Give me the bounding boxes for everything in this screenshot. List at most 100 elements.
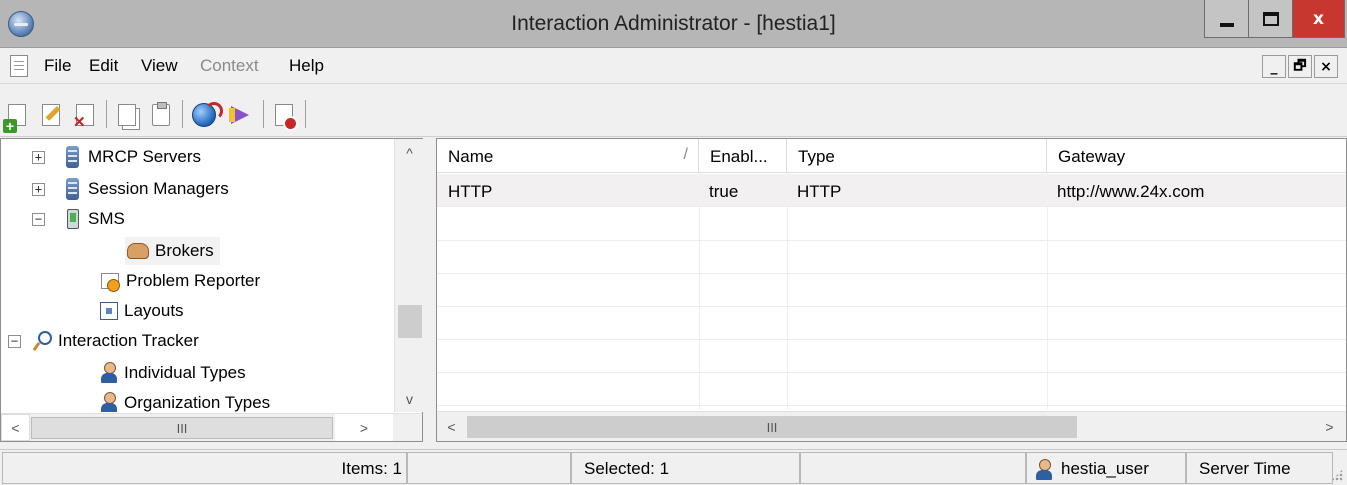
tree-item-label: Individual Types (124, 363, 246, 382)
server-icon (66, 178, 79, 200)
expand-icon[interactable]: + (32, 183, 45, 196)
tree-item-layouts[interactable]: Layouts (100, 297, 184, 325)
tree-item-individual-types[interactable]: Individual Types (100, 359, 246, 387)
tree-item-brokers[interactable]: Brokers (125, 237, 220, 265)
status-user: hestia_user (1026, 452, 1186, 484)
detail-list[interactable]: Name / Enabl... Type Gateway HTTP true H… (436, 138, 1347, 442)
copy-icon (118, 104, 136, 126)
toolbar-separator (263, 100, 264, 128)
scroll-left-button[interactable]: < (437, 413, 466, 440)
paste-icon (152, 102, 170, 126)
scroll-right-button[interactable]: > (335, 414, 393, 441)
delete-button[interactable] (72, 102, 98, 131)
users-icon (100, 392, 118, 412)
mdi-restore-button[interactable]: 🗗 (1288, 55, 1312, 78)
mdi-minimize-button[interactable]: _ (1262, 55, 1286, 78)
user-icon (1035, 459, 1053, 481)
collapse-icon[interactable]: − (8, 335, 21, 348)
menu-help[interactable]: Help (289, 56, 324, 76)
column-header-enabled[interactable]: Enabl... (699, 139, 787, 173)
tree-item-label: Organization Types (124, 393, 271, 412)
edit-button[interactable] (38, 102, 64, 128)
tree-item-label: Interaction Tracker (58, 331, 199, 350)
list-horizontal-scrollbar[interactable]: < III > (437, 411, 1346, 441)
title-bar: Interaction Administrator - [hestia1] x (0, 0, 1347, 48)
tree-item-problem-reporter[interactable]: Problem Reporter (100, 267, 260, 295)
cell-name: HTTP (448, 182, 493, 201)
status-spacer (407, 452, 571, 484)
tree-item-mrcp-servers[interactable]: + MRCP Servers (30, 143, 201, 171)
empty-row (437, 340, 1346, 373)
tree-vertical-scrollbar[interactable]: ^ v (394, 139, 424, 412)
empty-row (437, 241, 1346, 274)
toolbar-separator (106, 100, 107, 128)
menu-view[interactable]: View (141, 56, 178, 76)
refresh-button[interactable] (191, 102, 223, 128)
collapse-icon[interactable]: − (32, 213, 45, 226)
status-blank (800, 452, 1026, 484)
document-icon[interactable] (10, 55, 28, 77)
toolbar-separator (182, 100, 183, 128)
tree-item-label: SMS (88, 209, 125, 228)
scroll-thumb[interactable] (398, 305, 422, 338)
navigation-tree[interactable]: + MRCP Servers + Session Managers − SMS … (0, 138, 424, 442)
tree-item-label: Session Managers (88, 179, 229, 198)
empty-row (437, 373, 1346, 406)
tree-item-organization-types[interactable]: Organization Types (100, 389, 270, 412)
toolbar (0, 85, 1347, 137)
scroll-thumb[interactable]: III (31, 417, 333, 439)
tree-horizontal-scrollbar[interactable]: < III > (1, 413, 422, 441)
edit-icon (42, 104, 60, 126)
status-server-time: Server Time (1186, 452, 1333, 484)
paste-button[interactable] (148, 102, 174, 128)
wizard-icon (229, 104, 251, 126)
wizard-button[interactable] (227, 102, 253, 128)
status-items-count: Items: 1 (2, 452, 407, 484)
copy-button[interactable] (114, 102, 140, 128)
status-bar: Items: 1 Selected: 1 hestia_user Server … (0, 449, 1347, 485)
sort-indicator-icon: / (683, 146, 688, 163)
scroll-left-button[interactable]: < (1, 414, 30, 441)
empty-row (437, 208, 1346, 241)
tree-item-label: MRCP Servers (88, 147, 202, 166)
column-header-name[interactable]: Name / (437, 139, 699, 173)
scroll-up-button[interactable]: ^ (395, 139, 424, 166)
scroll-down-button[interactable]: v (395, 385, 424, 412)
tree-item-label: Brokers (155, 241, 214, 260)
window-title: Interaction Administrator - [hestia1] (511, 12, 836, 35)
table-row[interactable]: HTTP true HTTP http://www.24x.com (437, 174, 1346, 207)
scroll-thumb[interactable]: III (467, 416, 1077, 438)
column-header-type[interactable]: Type (787, 139, 1047, 173)
tree-item-session-managers[interactable]: + Session Managers (30, 175, 229, 203)
tree-item-label: Problem Reporter (126, 271, 261, 290)
scroll-right-button[interactable]: > (1315, 413, 1344, 440)
handshake-icon (127, 243, 149, 259)
status-selected-count: Selected: 1 (571, 452, 800, 484)
bug-report-icon (100, 271, 120, 292)
column-header-label: Name (448, 147, 494, 166)
tree-item-interaction-tracker[interactable]: − Interaction Tracker (8, 327, 199, 355)
cell-gateway: http://www.24x.com (1057, 182, 1205, 201)
close-button[interactable]: x (1292, 0, 1345, 38)
tree-item-label: Layouts (124, 301, 184, 320)
menu-file[interactable]: File (44, 56, 71, 76)
expand-icon[interactable]: + (32, 151, 45, 164)
cell-type: HTTP (797, 182, 842, 201)
menu-edit[interactable]: Edit (89, 56, 118, 76)
tree-clip: Organization Types (1, 389, 393, 412)
layout-icon (100, 302, 118, 320)
minimize-icon (1219, 22, 1234, 27)
new-button[interactable] (3, 102, 30, 133)
status-user-name: hestia_user (1061, 459, 1149, 478)
cell-enabled: true (709, 182, 739, 201)
maximize-button[interactable] (1248, 0, 1292, 38)
menu-context[interactable]: Context (200, 56, 259, 76)
menu-bar: File Edit View Context Help (0, 48, 1347, 84)
mdi-close-button[interactable]: × (1314, 55, 1338, 78)
phone-icon (67, 209, 79, 229)
column-header-gateway[interactable]: Gateway (1047, 139, 1346, 173)
properties-button[interactable] (271, 102, 298, 131)
server-icon (66, 146, 79, 168)
tree-item-sms[interactable]: − SMS (30, 205, 125, 233)
minimize-button[interactable] (1204, 0, 1248, 38)
